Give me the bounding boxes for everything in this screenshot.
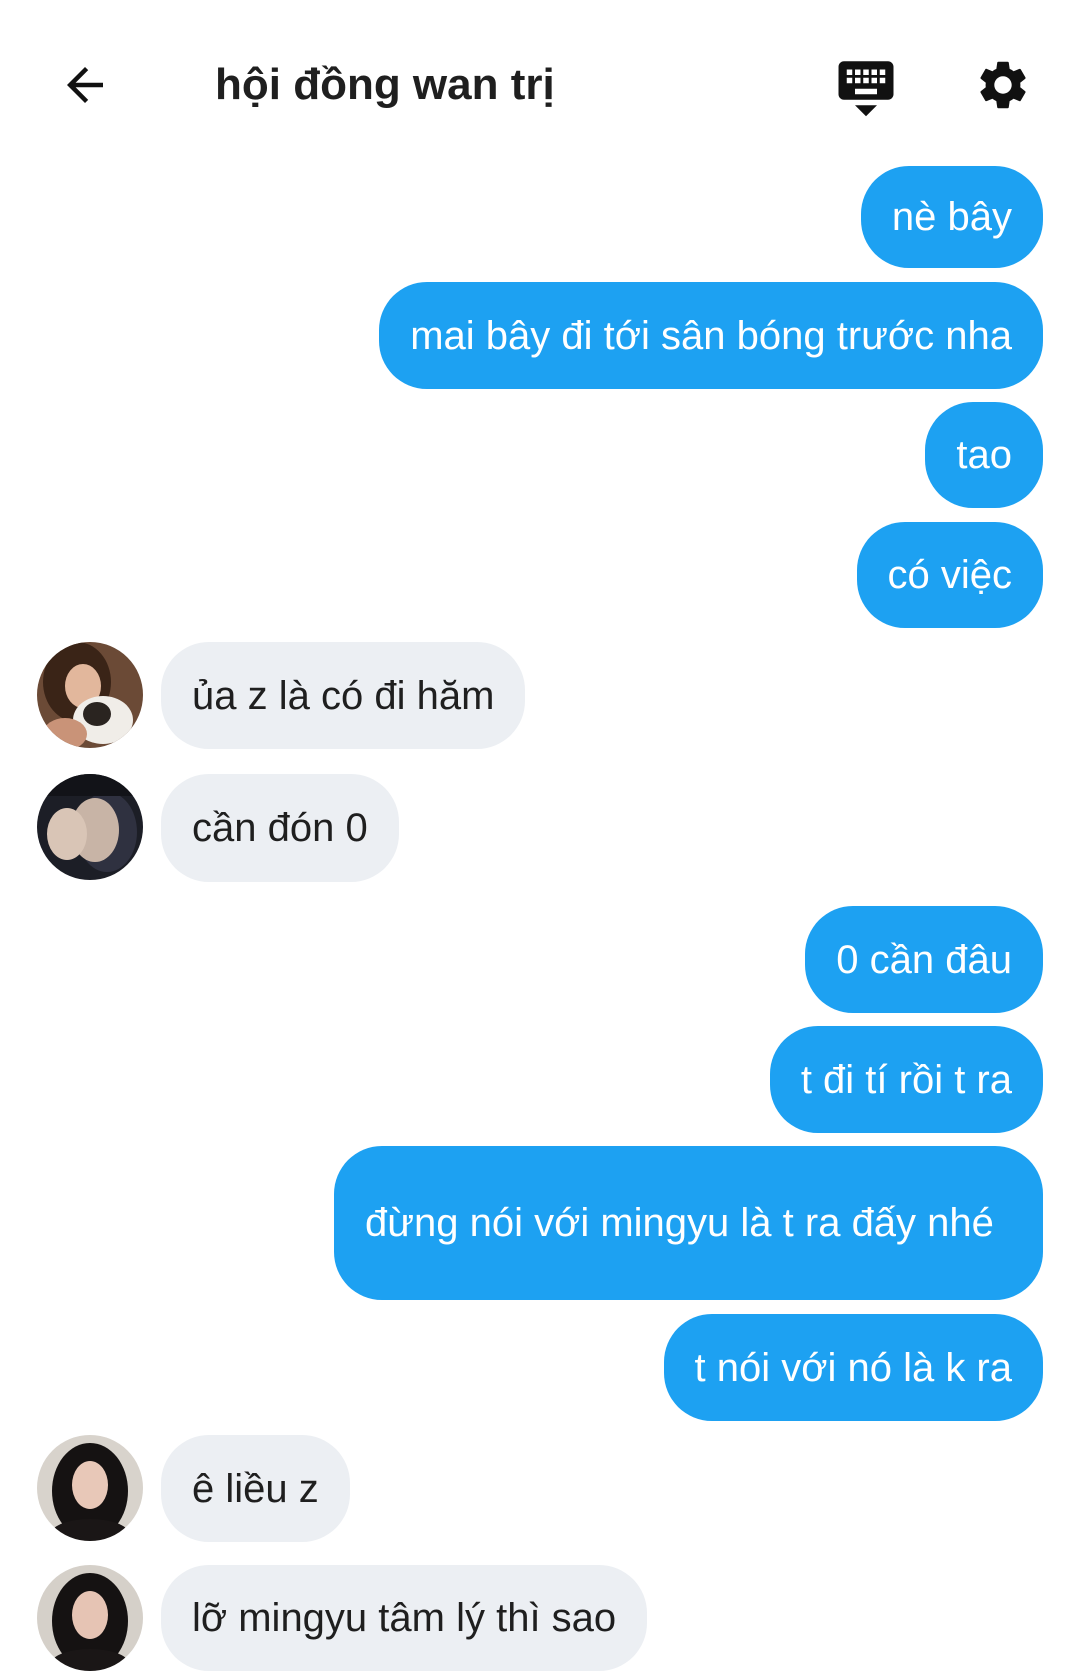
- outgoing-message[interactable]: nè bây: [860, 166, 1043, 268]
- avatar-photo: [37, 642, 143, 748]
- avatar-photo: [37, 1565, 143, 1671]
- outgoing-message[interactable]: đừng nói với mingyu là t ra đấy nhé: [334, 1146, 1043, 1300]
- avatar[interactable]: [37, 774, 143, 880]
- incoming-message[interactable]: cần đón 0: [161, 774, 399, 882]
- incoming-message[interactable]: ủa z là có đi hăm: [161, 642, 526, 749]
- incoming-message[interactable]: lỡ mingyu tâm lý thì sao: [161, 1565, 648, 1671]
- outgoing-message[interactable]: t nói với nó là k ra: [663, 1314, 1043, 1421]
- avatar-photo: [37, 774, 143, 880]
- outgoing-message[interactable]: t đi tí rồi t ra: [769, 1026, 1043, 1133]
- outgoing-message[interactable]: mai bây đi tới sân bóng trước nha: [379, 282, 1043, 389]
- chat-title: hội đồng wan trị: [215, 60, 555, 109]
- keyboard-hide-icon: [838, 61, 894, 117]
- incoming-message[interactable]: ê liều z: [161, 1435, 350, 1542]
- outgoing-message[interactable]: tao: [925, 402, 1043, 508]
- outgoing-message[interactable]: có việc: [856, 522, 1043, 628]
- arrow-left-icon: [67, 67, 103, 103]
- back-button[interactable]: [50, 50, 120, 120]
- avatar[interactable]: [37, 1565, 143, 1671]
- keyboard-button[interactable]: [828, 48, 904, 124]
- avatar[interactable]: [37, 642, 143, 748]
- settings-button[interactable]: [968, 50, 1038, 120]
- gear-icon: [980, 61, 1026, 109]
- chat-header: hội đồng wan trị: [0, 0, 1080, 160]
- avatar[interactable]: [37, 1435, 143, 1541]
- outgoing-message[interactable]: 0 cần đâu: [805, 906, 1043, 1013]
- avatar-photo: [37, 1435, 143, 1541]
